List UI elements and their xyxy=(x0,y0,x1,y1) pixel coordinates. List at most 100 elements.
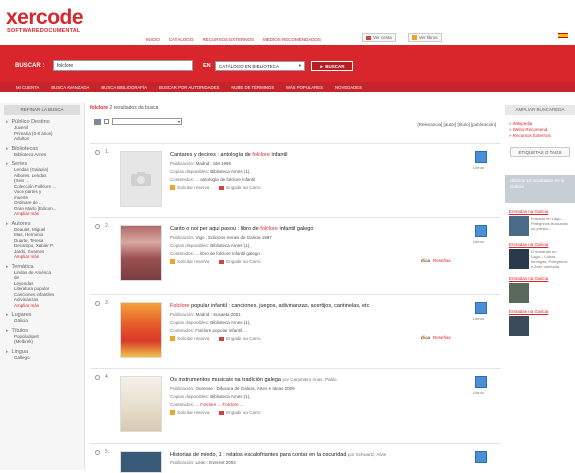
result-copies: Copias disponibles: Biblioteca Arnes (1)… xyxy=(170,394,251,399)
cart-icon xyxy=(219,410,225,415)
search-label: BUSCAR : xyxy=(15,63,45,69)
reserve-button[interactable]: Solicitar reserva xyxy=(170,410,209,415)
result-actions: Solicitar reserva Engadir ao Carro xyxy=(170,336,261,341)
scope-select[interactable]: CATÁLOGO EN BIBLIOTECA ▾ xyxy=(215,61,305,71)
refine-sidebar: REFINAR LA BUSCA ▸ Público Destino Juveni… xyxy=(0,103,85,470)
subnav-nube[interactable]: NUBE DE TÉRMINOS xyxy=(231,85,274,90)
facet-item[interactable]: Gallego xyxy=(14,355,84,361)
facet-series: ▸ Series Lendas (Galaxia) Albores. Lendas… xyxy=(6,161,84,217)
search-input[interactable]: folclore xyxy=(53,60,193,71)
sidebar-title: REFINAR LA BUSCA xyxy=(4,105,80,115)
topnav-recursos[interactable]: RECURSOS EXTERNOS xyxy=(202,37,254,42)
result-pub: Publicación: León : Everest 2004 xyxy=(170,460,236,465)
subnav-populares[interactable]: MÁS POPULARES xyxy=(286,85,323,90)
triangle-icon: ▸ xyxy=(6,161,9,167)
book-icon xyxy=(411,35,417,40)
sort-options[interactable]: [Relevancia] [autor] [título] [publicaci… xyxy=(417,122,496,127)
subnav-mi-cuenta[interactable]: MI CUENTA xyxy=(16,85,39,90)
reviews-link[interactable]: diaa Reseñas xyxy=(421,335,451,340)
entry-thumbnail[interactable] xyxy=(509,249,529,269)
triangle-icon: ▸ xyxy=(6,263,9,270)
add-to-cart-button[interactable]: Engadir ao Carro xyxy=(219,336,261,341)
add-to-cart-button[interactable]: Engadir ao Carro xyxy=(219,185,261,190)
topnav-inicio[interactable]: INICIO xyxy=(146,37,160,42)
result-checkbox[interactable] xyxy=(95,450,100,455)
result-title[interactable]: Os instrumentos musicais na tradición ga… xyxy=(170,377,470,383)
result-checkbox[interactable] xyxy=(95,224,100,229)
result-title[interactable]: Folclore popular infantil : canciones, j… xyxy=(170,303,470,309)
logo[interactable]: xercode xyxy=(6,7,84,28)
tags-button[interactable]: ETIQUETAS O TAGS xyxy=(510,147,570,157)
result-contents: Contenidos: ... libro de folclore infant… xyxy=(170,251,260,256)
topnav-catalogo[interactable]: CATÁLOGO xyxy=(169,37,194,42)
subnav-busca-bibliografia[interactable]: BUSCA BIBLIOGRAFÍA xyxy=(101,85,147,90)
select-all-icon[interactable] xyxy=(94,118,101,125)
language-flag-icon[interactable] xyxy=(558,33,568,38)
external-links: » Wikipedia » Webs Recomend. » Recursos … xyxy=(509,121,575,139)
cart-icon xyxy=(219,259,225,264)
entry-thumbnail[interactable] xyxy=(509,316,529,336)
ver-libros-link[interactable]: Ver libros xyxy=(407,33,442,42)
reserve-icon xyxy=(170,410,175,415)
reserve-button[interactable]: Solicitar reserva xyxy=(170,185,209,190)
result-checkbox[interactable] xyxy=(95,150,100,155)
facet-item[interactable]: Galicia xyxy=(14,318,84,324)
reserve-icon xyxy=(170,336,175,341)
facet-item[interactable]: (Melbrek) xyxy=(14,339,84,345)
select-all-checkbox[interactable] xyxy=(104,119,109,124)
recursos-externos-link[interactable]: » Recursos Externos xyxy=(509,133,575,139)
result-title[interactable]: Cantares y decires : antología de folclo… xyxy=(170,152,470,158)
book-cover-image[interactable] xyxy=(120,376,162,432)
top-navigation: INICIO CATÁLOGO RECURSOS EXTERNOS MEDIOS… xyxy=(146,37,321,42)
facet-item[interactable]: Adultos xyxy=(14,136,84,142)
ampliar-link[interactable]: Ampliar más xyxy=(14,303,84,309)
reviews-link[interactable]: diaa Reseñas xyxy=(421,258,451,263)
result-row: 1. Cantares y decires : antología de fol… xyxy=(90,143,500,217)
facet-item[interactable]: Biblioteca Arnes xyxy=(14,152,84,158)
result-title[interactable]: Historias de miedo, 1 : relatos escalofr… xyxy=(170,452,470,458)
result-pub: Publicación: Madrid : SM 1995 xyxy=(170,161,232,166)
ampliar-link[interactable]: Ampliar más xyxy=(14,211,84,217)
rightbar-title: AMPLIAR BUSCAREDA xyxy=(505,105,575,115)
cart-icon xyxy=(219,336,225,341)
subnav-novedades[interactable]: NOVEDADES xyxy=(335,85,362,90)
topnav-medios[interactable]: MEDIOS RECOMENDADOS xyxy=(263,37,321,42)
search-button[interactable]: ► BUSCAR xyxy=(311,61,353,71)
reserve-button[interactable]: Solicitar reserva xyxy=(170,259,209,264)
related-entry: Entradas na Galicia xyxy=(509,309,571,336)
cart-icon xyxy=(366,35,371,40)
book-type-label: Libros xyxy=(473,316,484,321)
results-panel: folclore 2 resultados da busca ▾ [Releva… xyxy=(90,103,500,473)
triangle-icon: ▸ xyxy=(6,312,9,318)
result-row: 5. Historias de miedo, 1 : relatos escal… xyxy=(90,443,500,473)
book-type-label: Libros xyxy=(473,390,484,395)
facet-titulos: ▸ Títulos Popoludipelt (Melbrek) xyxy=(6,328,84,345)
entry-thumbnail[interactable] xyxy=(509,283,529,303)
result-actions: Solicitar reserva Engadir ao Carro xyxy=(170,185,261,190)
add-to-cart-button[interactable]: Engadir ao Carro xyxy=(219,410,261,415)
add-to-cart-button[interactable]: Engadir ao Carro xyxy=(219,259,261,264)
book-cover-image[interactable] xyxy=(120,225,162,281)
reserve-button[interactable]: Solicitar reserva xyxy=(170,336,209,341)
result-title[interactable]: Canto o noi per aqui pasou : libro de fo… xyxy=(170,226,470,232)
result-row: 2. Canto o noi per aqui pasou : libro de… xyxy=(90,217,500,294)
results-header: folclore 2 resultados da busca xyxy=(90,105,159,111)
result-checkbox[interactable] xyxy=(95,375,100,380)
book-type-icon xyxy=(475,225,487,237)
ampliar-link[interactable]: Ampliar más xyxy=(14,254,84,260)
ver-cesta-link[interactable]: Ver cesta xyxy=(362,33,396,42)
result-copies: Copias disponibles: Biblioteca Arnes (1)… xyxy=(170,243,251,248)
subnav-autoridades[interactable]: BUSCAR POR AUTORIDADES xyxy=(159,85,219,90)
result-checkbox[interactable] xyxy=(95,301,100,306)
camera-icon xyxy=(131,172,151,186)
triangle-icon: ▸ xyxy=(6,119,9,125)
subnav-busca-avanzada[interactable]: BUSCA AVANZADA xyxy=(51,85,89,90)
result-row: 3. Folclore popular infantil : canciones… xyxy=(90,294,500,368)
action-select[interactable]: ▾ xyxy=(112,118,182,125)
triangle-icon: ▸ xyxy=(6,145,9,152)
book-type-label: Libros xyxy=(473,239,484,244)
chevron-down-icon: ▾ xyxy=(177,119,180,124)
latest-results-box: Últimos 10 resultados en la Galicia xyxy=(505,175,575,203)
entry-thumbnail[interactable] xyxy=(509,216,529,236)
book-cover-image[interactable] xyxy=(120,302,162,358)
